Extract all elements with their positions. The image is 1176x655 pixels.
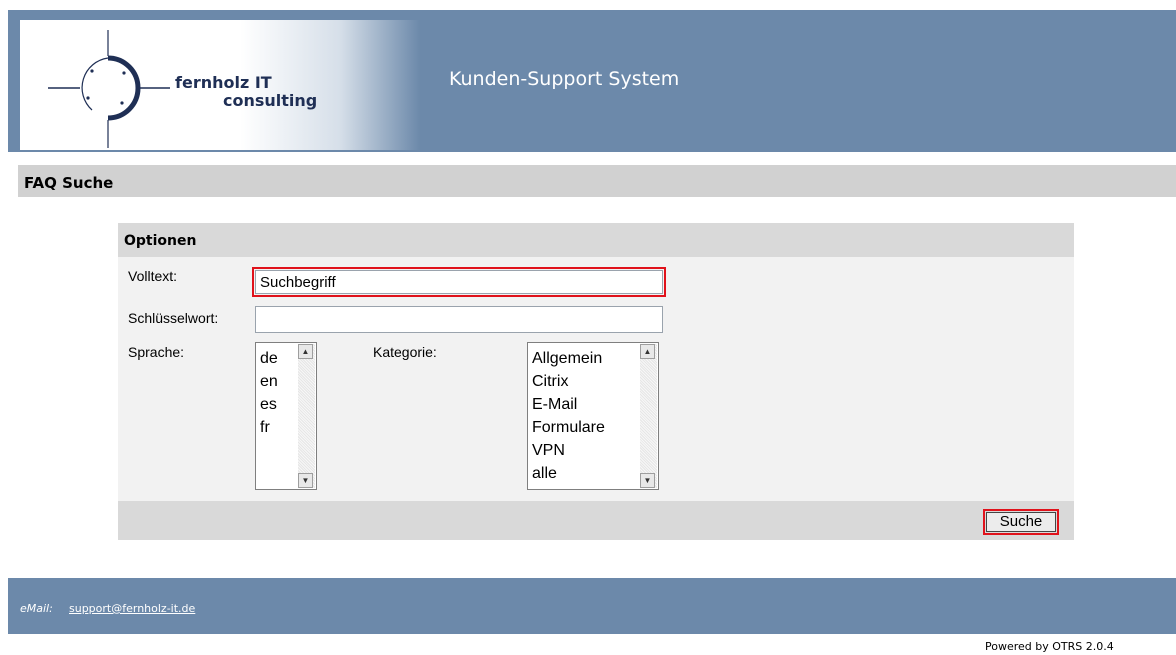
search-options-panel: Optionen Volltext: Suchbegriff Schlüssel…	[118, 223, 1074, 540]
company-logo: fernholz IT consulting	[20, 20, 420, 150]
options-title: Optionen	[124, 233, 197, 249]
keyword-input[interactable]	[255, 306, 663, 333]
language-listbox[interactable]: de en es fr ▲ ▼	[255, 342, 317, 490]
list-item[interactable]: fr	[260, 416, 278, 439]
scroll-down-icon[interactable]: ▼	[640, 473, 655, 488]
language-label: Sprache:	[128, 344, 185, 360]
category-scrollbar[interactable]: ▲ ▼	[640, 344, 657, 488]
app-title: Kunden-Support System	[449, 68, 680, 90]
header-banner: fernholz IT consulting Kunden-Support Sy…	[8, 10, 1176, 152]
category-label: Kategorie:	[373, 344, 437, 360]
list-item[interactable]: de	[260, 347, 278, 370]
compass-logo-icon	[48, 30, 170, 148]
options-header: Optionen	[118, 223, 1074, 257]
list-item[interactable]: Citrix	[532, 370, 605, 393]
fulltext-label: Volltext:	[128, 268, 178, 284]
keyword-label: Schlüsselwort:	[128, 310, 219, 326]
options-footer: Suche	[118, 501, 1074, 540]
list-item[interactable]: en	[260, 370, 278, 393]
category-listbox[interactable]: Allgemein Citrix E-Mail Formulare VPN al…	[527, 342, 659, 490]
list-item[interactable]: es	[260, 393, 278, 416]
page-footer: eMail: support@fernholz-it.de	[8, 578, 1176, 634]
fulltext-input[interactable]: Suchbegriff	[252, 267, 666, 297]
section-header: FAQ Suche	[18, 165, 1176, 197]
list-item[interactable]: alle	[532, 462, 605, 485]
language-scrollbar[interactable]: ▲ ▼	[298, 344, 315, 488]
scroll-down-icon[interactable]: ▼	[298, 473, 313, 488]
scroll-up-icon[interactable]: ▲	[298, 344, 313, 359]
search-button[interactable]: Suche	[983, 509, 1059, 535]
list-item[interactable]: Formulare	[532, 416, 605, 439]
list-item[interactable]: VPN	[532, 439, 605, 462]
scroll-up-icon[interactable]: ▲	[640, 344, 655, 359]
email-label: eMail:	[20, 602, 53, 615]
brand-subtitle: consulting	[223, 91, 318, 110]
list-item[interactable]: Allgemein	[532, 347, 605, 370]
support-email-link[interactable]: support@fernholz-it.de	[69, 602, 195, 615]
brand-name: fernholz IT	[175, 73, 272, 92]
powered-by-text: Powered by OTRS 2.0.4	[985, 640, 1114, 653]
page-title: FAQ Suche	[24, 174, 114, 192]
list-item[interactable]: E-Mail	[532, 393, 605, 416]
